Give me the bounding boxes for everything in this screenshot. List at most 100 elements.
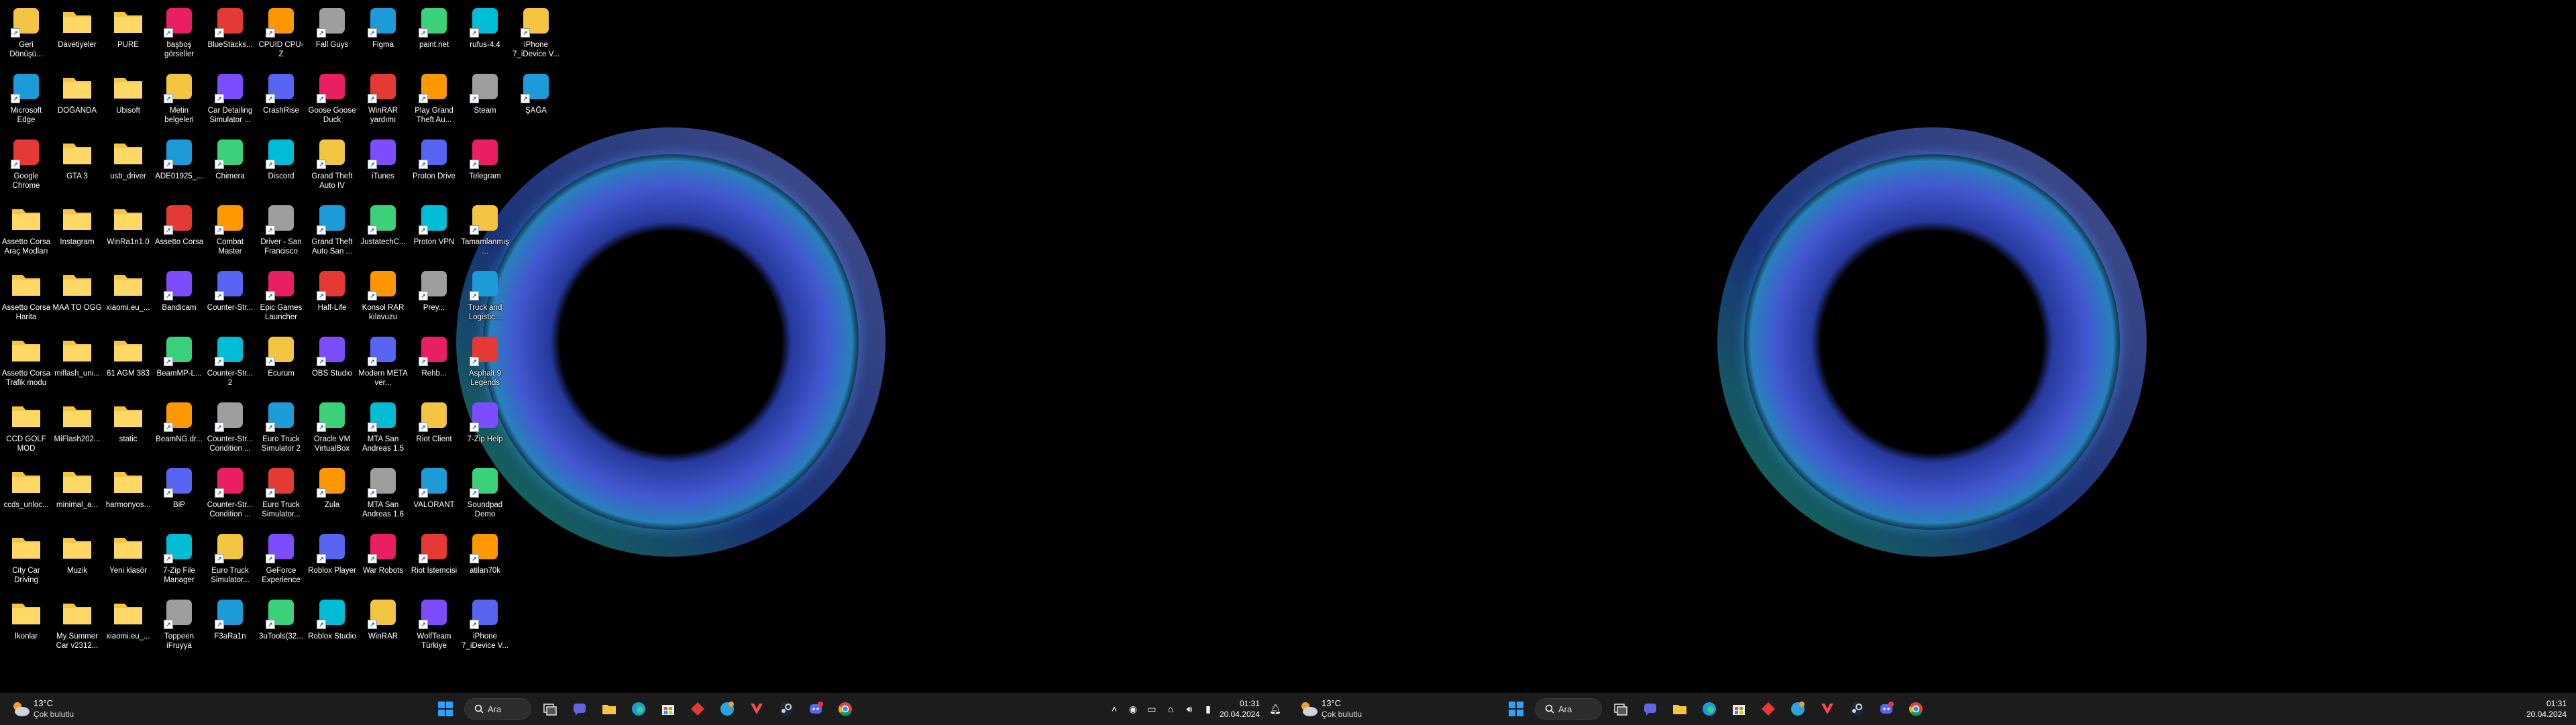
desktop-icon[interactable]: ↗ 7-Zip Help bbox=[460, 396, 510, 460]
desktop-icon[interactable]: ↗ War Robots bbox=[358, 527, 408, 592]
tray-display-icon[interactable]: ▭ bbox=[1144, 702, 1159, 716]
desktop-icon[interactable]: ↗ Fall Guys bbox=[307, 1, 357, 66]
desktop-icon[interactable]: ↗ Car Detailing Simulator ... bbox=[205, 67, 255, 131]
search-box[interactable]: Ara bbox=[464, 698, 531, 720]
taskbar-app-teams[interactable] bbox=[566, 695, 593, 722]
desktop-icon[interactable]: ↗ Counter-Str... Condition ... bbox=[205, 461, 255, 526]
desktop-icon[interactable]: MAA TO OGG bbox=[52, 264, 102, 329]
desktop-icon[interactable]: ↗ Telegram bbox=[460, 133, 510, 197]
desktop-icon[interactable]: Assetto Corsa Araç Modları bbox=[1, 199, 51, 263]
task-view-button[interactable] bbox=[1607, 695, 1634, 722]
desktop-icon[interactable]: harmonyos... bbox=[103, 461, 153, 526]
desktop-icon[interactable]: miflash_uni... bbox=[52, 330, 102, 394]
desktop-icon[interactable]: ↗ MTA San Andreas 1.5 bbox=[358, 396, 408, 460]
desktop-icon[interactable]: ccds_unloc... bbox=[1, 461, 51, 526]
desktop-icon[interactable]: ↗ Google Chrome bbox=[1, 133, 51, 197]
desktop-icon[interactable]: ↗ Epic Games Launcher bbox=[256, 264, 306, 329]
taskbar-app-valorant[interactable] bbox=[1814, 695, 1841, 722]
desktop-icon[interactable]: My Summer Car v2312... bbox=[52, 593, 102, 657]
taskbar-app-valorant[interactable] bbox=[743, 695, 770, 722]
desktop-icon[interactable]: ↗ Half-Life bbox=[307, 264, 357, 329]
taskbar-app-explorer[interactable] bbox=[596, 695, 623, 722]
desktop-icon[interactable]: ↗ BeamNG.dr... bbox=[154, 396, 204, 460]
desktop-icon[interactable]: Assetto Corsa Harita bbox=[1, 264, 51, 329]
desktop-icon[interactable]: PURE bbox=[103, 1, 153, 66]
desktop-icon[interactable]: ↗ başboş görseller bbox=[154, 1, 204, 66]
desktop-icon[interactable]: ↗ WinRAR yardımı bbox=[358, 67, 408, 131]
desktop-icon[interactable]: ↗ Assetto Corsa bbox=[154, 199, 204, 263]
desktop-icon[interactable]: ↗ Soundpad Demo bbox=[460, 461, 510, 526]
desktop-icon[interactable]: ↗ Grand Theft Auto San ... bbox=[307, 199, 357, 263]
desktop-icon[interactable]: ↗ Euro Truck Simulator... bbox=[256, 461, 306, 526]
desktop-icon[interactable]: ↗ Bandicam bbox=[154, 264, 204, 329]
desktop-icon[interactable]: ↗ Tamamlanmış... bbox=[460, 199, 510, 263]
desktop-icon[interactable]: ↗ Goose Goose Duck bbox=[307, 67, 357, 131]
taskbar-app-discord[interactable] bbox=[1873, 695, 1900, 722]
desktop-icon[interactable]: MiFlash202... bbox=[52, 396, 102, 460]
desktop-icon[interactable]: ↗ Roblox Player bbox=[307, 527, 357, 592]
desktop-icon[interactable]: ↗ Riot Client bbox=[409, 396, 459, 460]
desktop-icon[interactable]: static bbox=[103, 396, 153, 460]
desktop-icon[interactable]: Assetto Corsa Trafik modu bbox=[1, 330, 51, 394]
desktop-icon[interactable]: ↗ F3aRa1n bbox=[205, 593, 255, 657]
desktop-icon[interactable]: 61 AGM 383 bbox=[103, 330, 153, 394]
desktop-icon[interactable]: ↗ WolfTeam Türkiye bbox=[409, 593, 459, 657]
taskbar-app-discord[interactable] bbox=[802, 695, 829, 722]
desktop-icon[interactable]: ↗ Driver - San Francisco bbox=[256, 199, 306, 263]
tray-volume-icon[interactable]: 🔊︎ bbox=[1182, 702, 1197, 716]
desktop-icon[interactable]: ↗ 7-Zip File Manager bbox=[154, 527, 204, 592]
desktop-icon[interactable]: Davetiyeler bbox=[52, 1, 102, 66]
weather-widget[interactable]: 13°C Çok bulutlu bbox=[0, 693, 80, 725]
desktop-icon[interactable]: ↗ BeamMP-L... bbox=[154, 330, 204, 394]
tray-steam-icon[interactable]: ◉ bbox=[1126, 702, 1140, 716]
desktop-icon[interactable]: ↗ Euro Truck Simulator... bbox=[205, 527, 255, 592]
taskbar-app-telegram[interactable] bbox=[714, 695, 741, 722]
desktop-icon[interactable]: Muzik bbox=[52, 527, 102, 592]
desktop-icon[interactable]: ↗ ŞAĞA bbox=[511, 67, 561, 131]
desktop-icon[interactable]: ↗ CrashRise bbox=[256, 67, 306, 131]
taskbar-app-steam[interactable] bbox=[1843, 695, 1870, 722]
desktop-icon[interactable]: ↗ iPhone 7_iDevice V... bbox=[511, 1, 561, 66]
taskbar-app-telegram[interactable] bbox=[1784, 695, 1811, 722]
desktop-icon[interactable]: ↗ Counter-Str... Condition ... bbox=[205, 396, 255, 460]
desktop-icon[interactable]: ↗ JustatechC... bbox=[358, 199, 408, 263]
taskbar-app-diamond[interactable] bbox=[684, 695, 711, 722]
desktop-icon[interactable]: ↗ BiP bbox=[154, 461, 204, 526]
desktop-icon[interactable]: usb_driver bbox=[103, 133, 153, 197]
desktop-icon[interactable]: City Car Driving bbox=[1, 527, 51, 592]
taskbar-app-edge[interactable] bbox=[625, 695, 652, 722]
desktop-icon[interactable]: WinRa1n1.0 bbox=[103, 199, 153, 263]
desktop-icon[interactable]: ↗ Counter-Str... 2 bbox=[205, 330, 255, 394]
desktop-icon[interactable]: ↗ VALORANT bbox=[409, 461, 459, 526]
start-button[interactable] bbox=[432, 695, 459, 722]
desktop-icon[interactable]: ↗ Microsoft Edge bbox=[1, 67, 51, 131]
desktop-icon[interactable]: ↗ MTA San Andreas 1.6 bbox=[358, 461, 408, 526]
tray-network-icon[interactable]: ⌂ bbox=[1163, 702, 1178, 716]
desktop-icon[interactable]: ↗ Truck and Logistic... bbox=[460, 264, 510, 329]
desktop-icon[interactable]: DOĞANDA bbox=[52, 67, 102, 131]
desktop-icon[interactable]: ↗ Geri Dönüşü... bbox=[1, 1, 51, 66]
desktop-icon[interactable]: ↗ Asphalt 9 Legends bbox=[460, 330, 510, 394]
desktop-icon[interactable]: minimal_a... bbox=[52, 461, 102, 526]
taskbar-app-chrome[interactable] bbox=[832, 695, 859, 722]
taskbar-app-edge[interactable] bbox=[1696, 695, 1723, 722]
desktop-icon[interactable]: ↗ iTunes bbox=[358, 133, 408, 197]
desktop-icon[interactable]: ↗ GeForce Experience bbox=[256, 527, 306, 592]
desktop-icon[interactable]: ↗ Discord bbox=[256, 133, 306, 197]
desktop-icon[interactable]: xiaomi.eu_... bbox=[103, 593, 153, 657]
desktop-icon[interactable]: ↗ Play Grand Theft Au... bbox=[409, 67, 459, 131]
taskbar-app-teams[interactable] bbox=[1637, 695, 1664, 722]
desktop-icon[interactable]: ↗ atilan70k bbox=[460, 527, 510, 592]
desktop-icon[interactable]: Instagram bbox=[52, 199, 102, 263]
notification-bell-icon[interactable]: 🔔︎ bbox=[1268, 702, 1283, 716]
desktop-icon[interactable]: ↗ ADE01925_... bbox=[154, 133, 204, 197]
desktop-icon[interactable]: xiaomi.eu_... bbox=[103, 264, 153, 329]
desktop-icon[interactable]: ↗ Steam bbox=[460, 67, 510, 131]
desktop-icon[interactable]: ↗ Chimera bbox=[205, 133, 255, 197]
task-view-button[interactable] bbox=[537, 695, 564, 722]
desktop-icon[interactable]: ↗ iPhone 7_iDevice V... bbox=[460, 593, 510, 657]
desktop-icon[interactable]: ↗ Rehb... bbox=[409, 330, 459, 394]
desktop-icon[interactable]: ↗ WinRAR bbox=[358, 593, 408, 657]
desktop-icon[interactable]: ↗ Prey... bbox=[409, 264, 459, 329]
desktop-icon[interactable]: ↗ paint.net bbox=[409, 1, 459, 66]
